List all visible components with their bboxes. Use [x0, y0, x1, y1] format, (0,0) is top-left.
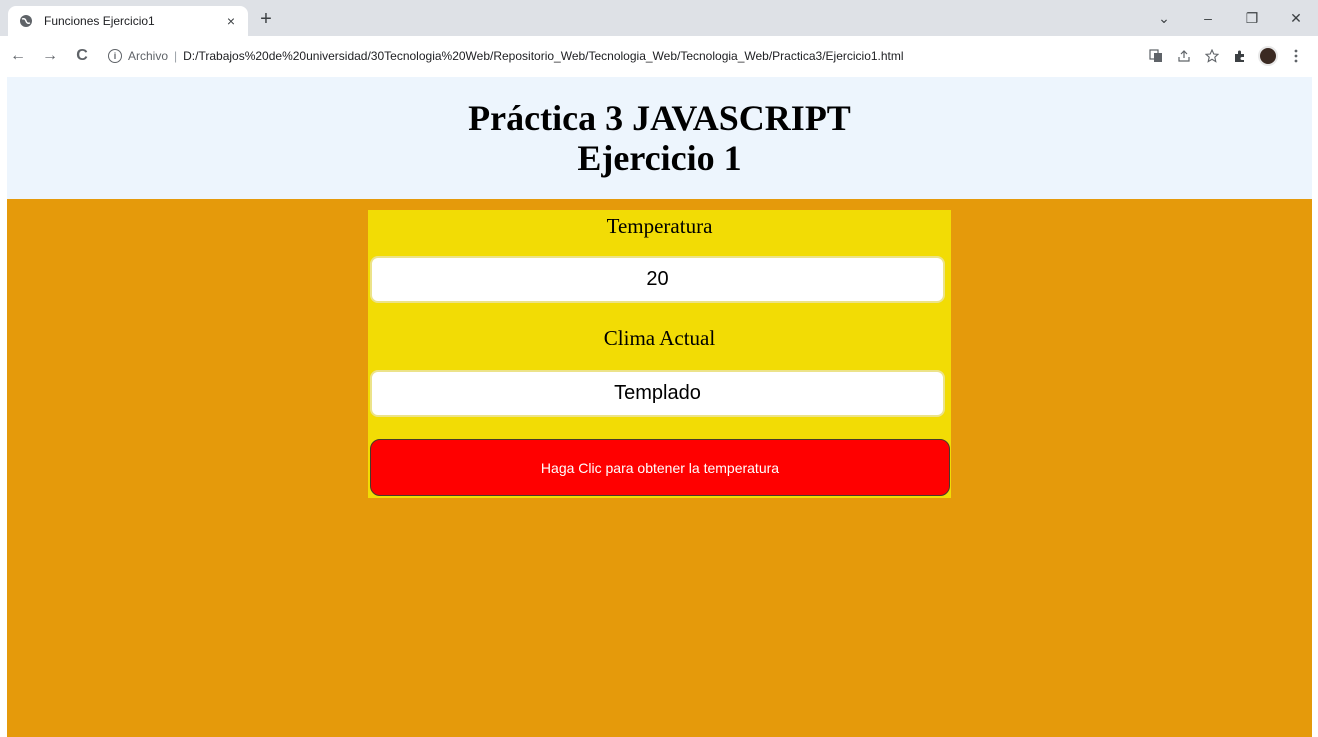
profile-avatar[interactable]	[1254, 42, 1282, 70]
address-bar[interactable]: i Archivo | D:/Trabajos%20de%20universid…	[108, 42, 1108, 70]
window-controls: ⌄ – ❐ ✕	[1142, 0, 1318, 36]
get-temperature-button[interactable]: Haga Clic para obtener la temperatura	[370, 439, 950, 496]
avatar	[1258, 46, 1278, 66]
page-viewport: Práctica 3 JAVASCRIPT Ejercicio 1 Temper…	[7, 77, 1312, 737]
minimize-button[interactable]: –	[1186, 0, 1230, 36]
tab-close-icon[interactable]: ×	[222, 12, 240, 30]
browser-toolbar: ← → C i Archivo | D:/Trabajos%20de%20uni…	[0, 36, 1318, 76]
url-text[interactable]: D:/Trabajos%20de%20universidad/30Tecnolo…	[183, 49, 903, 63]
temperature-label: Temperatura	[606, 214, 713, 238]
close-window-button[interactable]: ✕	[1274, 0, 1318, 36]
climate-label: Clima Actual	[603, 326, 716, 350]
translate-icon[interactable]	[1142, 42, 1170, 70]
new-tab-button[interactable]: +	[256, 9, 276, 29]
climate-output[interactable]	[370, 370, 945, 417]
extensions-icon[interactable]	[1226, 42, 1254, 70]
temperature-input[interactable]	[370, 256, 945, 303]
scheme-label: Archivo	[128, 49, 169, 63]
globe-icon	[18, 13, 34, 29]
info-icon[interactable]: i	[108, 49, 122, 63]
restore-button[interactable]: ❐	[1230, 0, 1274, 36]
omnibox-separator: |	[174, 49, 178, 63]
page-subtitle: Ejercicio 1	[577, 138, 742, 178]
menu-icon[interactable]	[1282, 42, 1310, 70]
tab-title: Funciones Ejercicio1	[44, 14, 155, 28]
back-button[interactable]: ←	[4, 42, 32, 70]
star-icon[interactable]	[1198, 42, 1226, 70]
browser-tab[interactable]: Funciones Ejercicio1 ×	[8, 6, 248, 36]
browser-tab-strip: Funciones Ejercicio1 × + ⌄ – ❐ ✕	[0, 0, 1318, 36]
page-title: Práctica 3 JAVASCRIPT	[468, 98, 851, 138]
toolbar-icons	[1142, 42, 1310, 70]
page-header: Práctica 3 JAVASCRIPT Ejercicio 1	[7, 77, 1312, 199]
share-icon[interactable]	[1170, 42, 1198, 70]
temperature-form: Temperatura Clima Actual Haga Clic para …	[368, 210, 951, 498]
reload-button[interactable]: C	[68, 42, 96, 70]
forward-button[interactable]: →	[36, 42, 64, 70]
tab-search-icon[interactable]: ⌄	[1142, 0, 1186, 36]
